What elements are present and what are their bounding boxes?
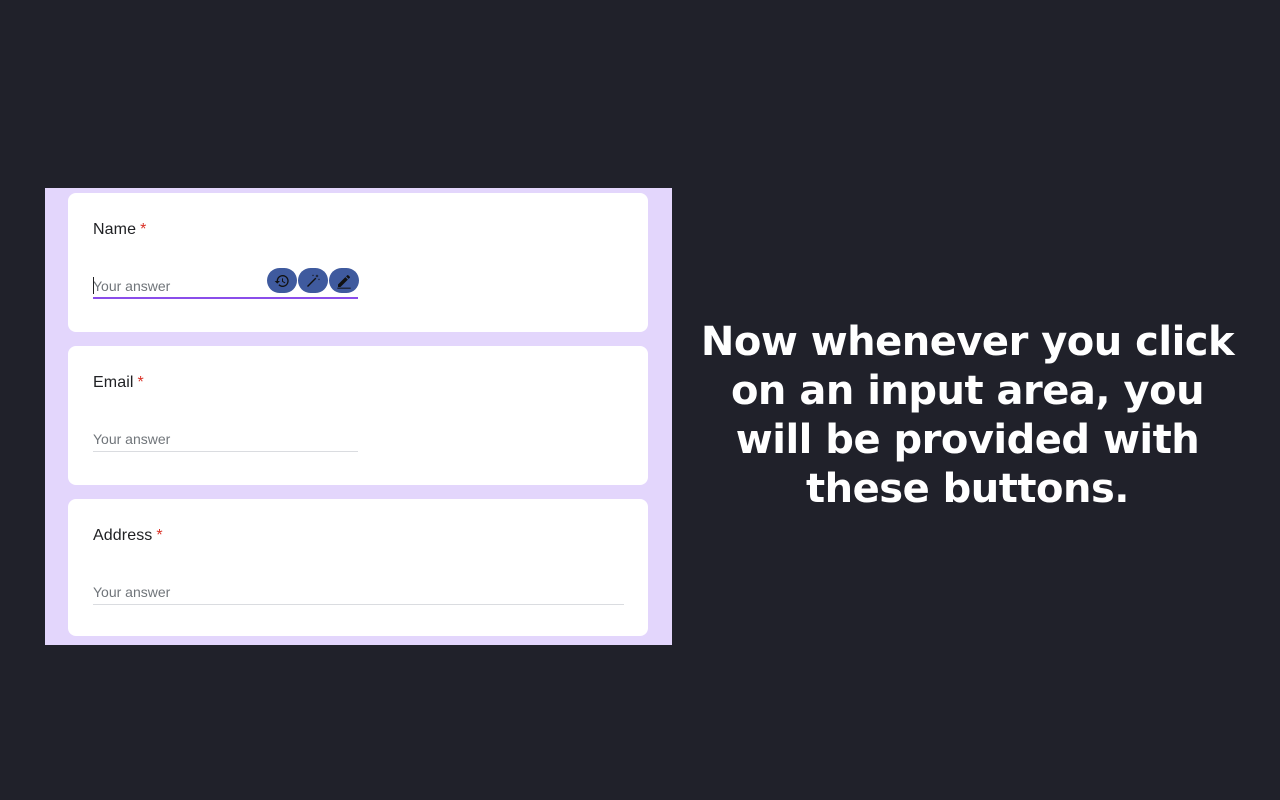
question-title: Name <box>93 221 137 238</box>
pencil-icon <box>337 274 351 289</box>
required-asterisk: * <box>156 527 163 544</box>
magic-wand-icon <box>307 273 320 287</box>
input-assist-toolbar <box>267 268 359 293</box>
email-input[interactable] <box>93 428 358 450</box>
answer-field-email <box>93 428 358 452</box>
history-icon <box>274 274 289 287</box>
question-title: Address <box>93 527 153 544</box>
edit-button[interactable] <box>329 268 359 293</box>
text-caret <box>93 277 94 294</box>
answer-field-name <box>93 268 359 299</box>
question-card-name: Name * <box>68 193 648 332</box>
magic-wand-button[interactable] <box>298 268 328 293</box>
answer-field-address <box>93 581 624 605</box>
required-asterisk: * <box>140 221 147 238</box>
history-button[interactable] <box>267 268 297 293</box>
promo-caption: Now whenever you click on an input area,… <box>700 319 1235 512</box>
question-card-email: Email * <box>68 346 648 485</box>
question-label-name: Name * <box>93 221 146 239</box>
question-card-address: Address * <box>68 499 648 636</box>
question-label-address: Address * <box>93 527 163 545</box>
required-asterisk: * <box>137 374 144 391</box>
form-preview: Name * Your answer Email * Your answer A… <box>45 188 672 645</box>
stage: Name * Your answer Email * Your answer A… <box>0 0 1280 800</box>
address-input[interactable] <box>93 581 624 603</box>
question-title: Email <box>93 374 134 391</box>
question-label-email: Email * <box>93 374 144 392</box>
